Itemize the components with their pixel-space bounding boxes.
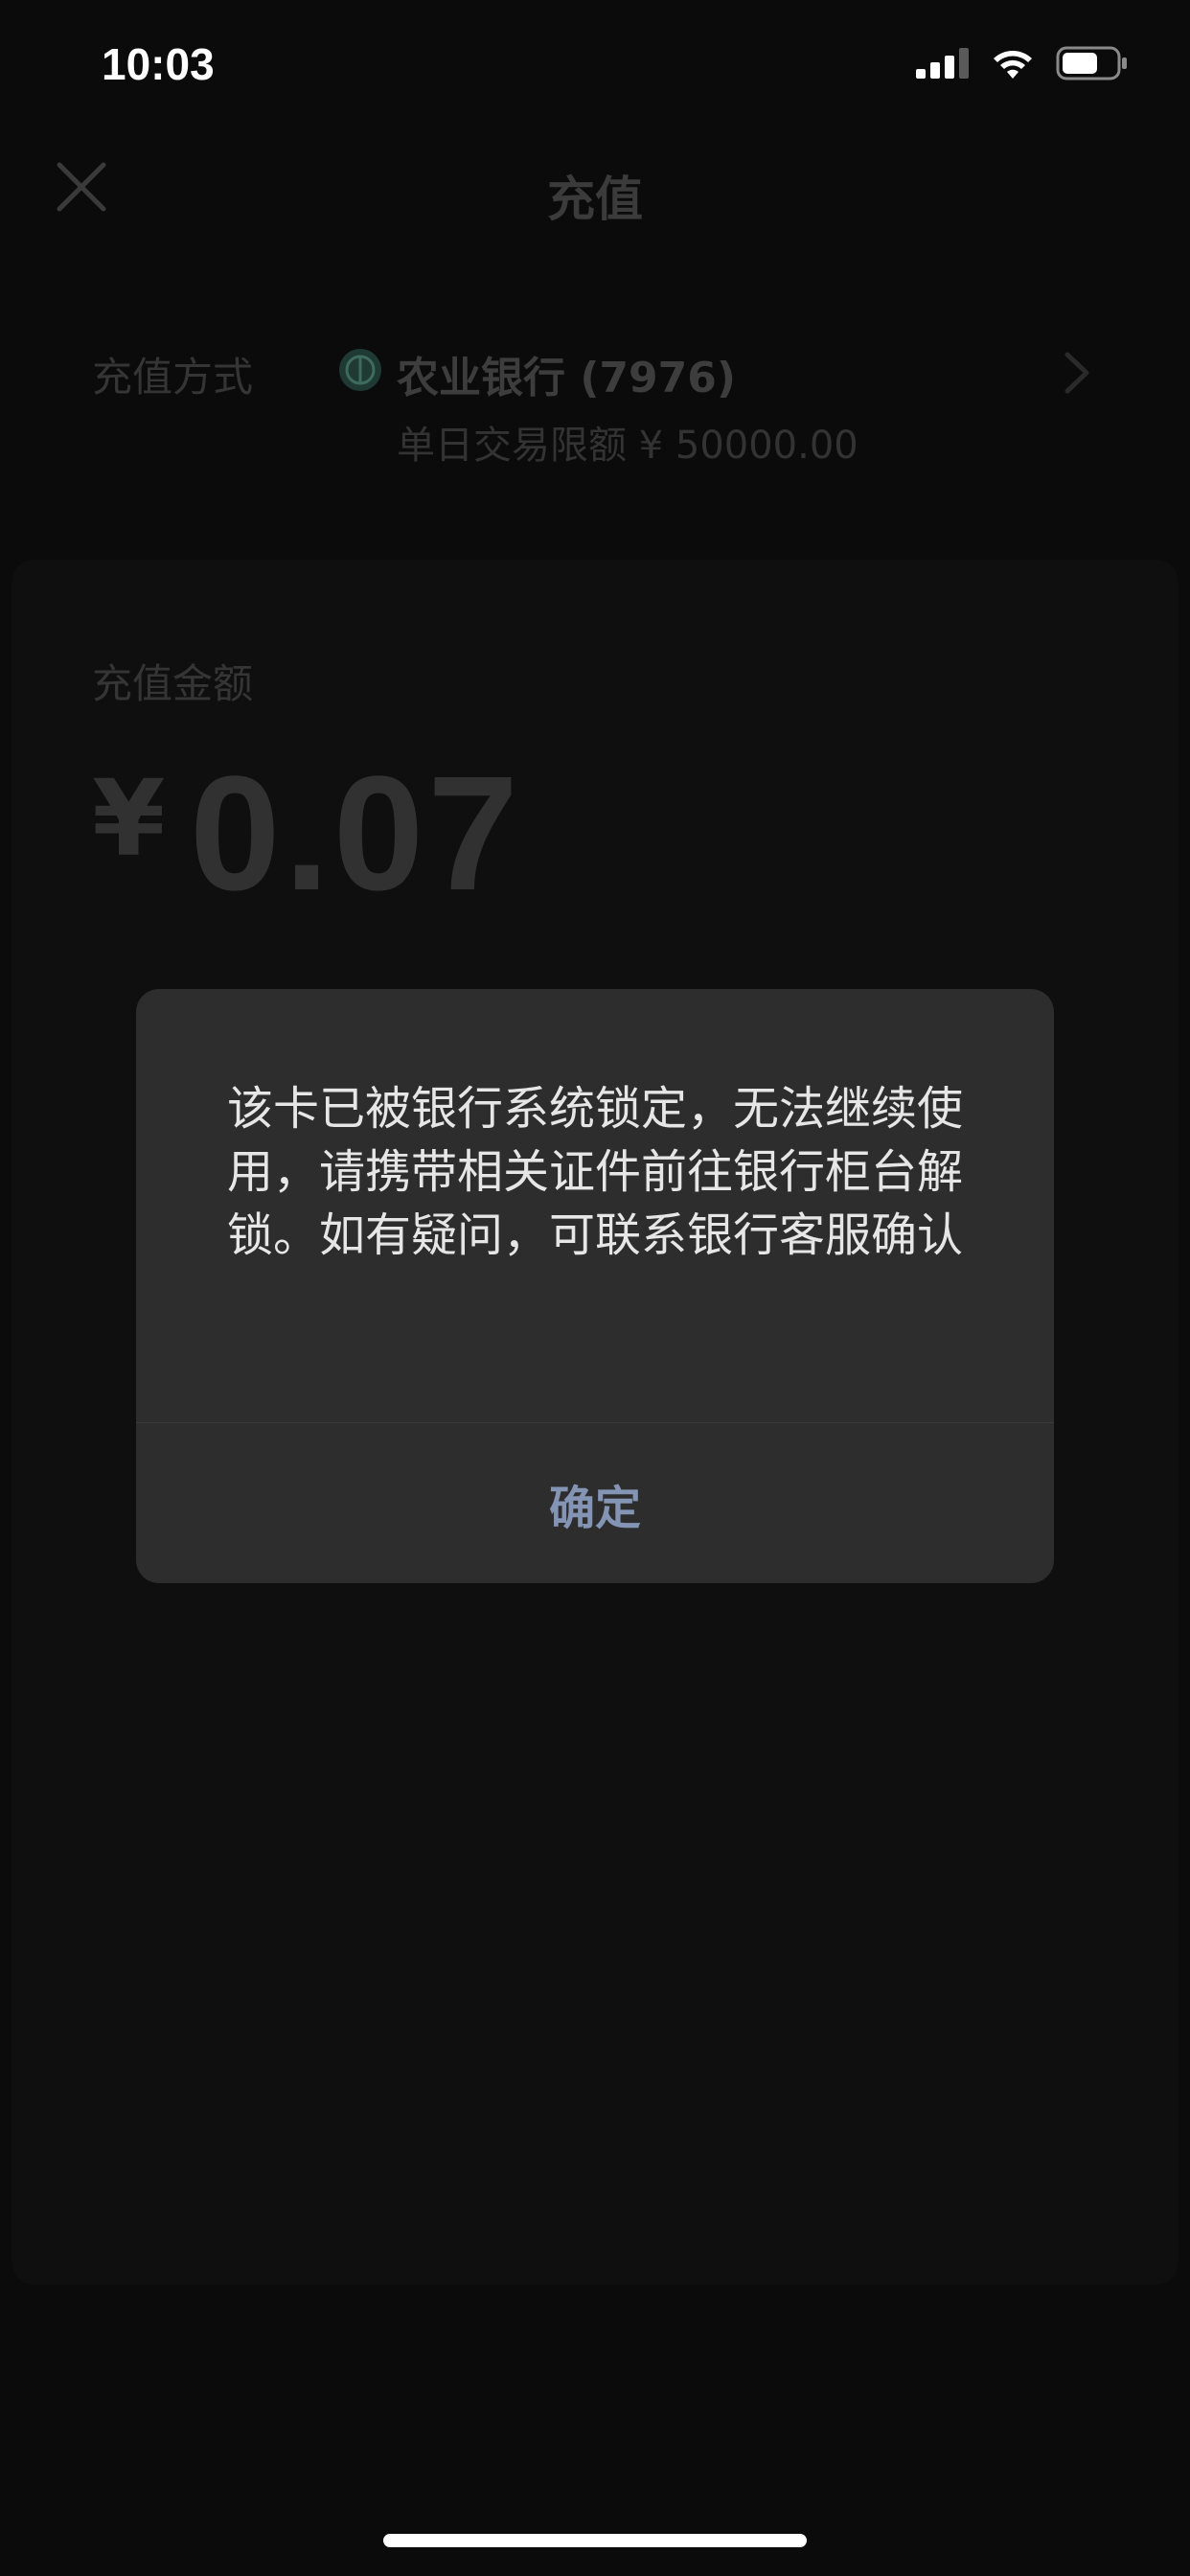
amount-label: 充值金额: [92, 660, 254, 707]
payment-method-label: 充值方式: [92, 354, 254, 401]
status-icons: [916, 44, 1129, 82]
home-indicator[interactable]: [383, 2534, 807, 2547]
battery-icon: [1056, 46, 1127, 80]
dialog-message: 该卡已被银行系统锁定，无法继续使用，请携带相关证件前往银行柜台解锁。如有疑问，可…: [226, 1082, 963, 1262]
bank-logo-icon: [339, 349, 381, 391]
bank-name: 农业银行 (7976): [397, 354, 736, 402]
chevron-right-icon[interactable]: [1062, 351, 1092, 395]
alert-dialog: 该卡已被银行系统锁定，无法继续使用，请携带相关证件前往银行柜台解锁。如有疑问，可…: [136, 989, 1054, 1583]
status-time: 10:03: [102, 39, 215, 89]
confirm-button[interactable]: 确定: [136, 1423, 1054, 1583]
wifi-icon: [994, 51, 1032, 79]
page-title: 充值: [547, 172, 643, 227]
daily-limit: 单日交易限额 ¥ 50000.00: [397, 424, 858, 468]
amount-input[interactable]: 0.07: [190, 740, 522, 928]
recharge-screen: 10:03 充值 充值方式 农业银行 (7976) 单日交易限额 ¥ 50000…: [0, 0, 1190, 2576]
signal-icon: [916, 48, 969, 79]
currency-symbol: ¥: [92, 757, 166, 880]
